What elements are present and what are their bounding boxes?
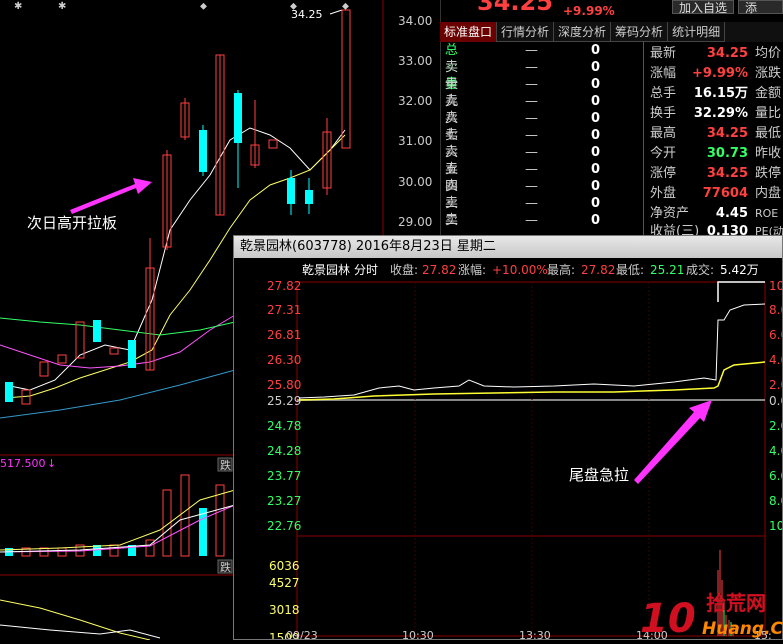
svg-text:6.0: 6.0 [769,469,782,483]
volume-value: 5.42万 [720,263,759,277]
volume-label: 517.500 [0,457,46,470]
stat-row: 净资产 4.45 ROE [650,206,779,221]
divider [643,42,644,235]
svg-text:2.0: 2.0 [769,419,782,433]
watermark-url: Huang.CN [702,619,783,639]
intraday-info-bar: 乾景园林 分时 收盘: 27.82 涨幅: +10.00% 最高: 27.82 … [234,260,782,280]
svg-text:3018: 3018 [269,603,300,617]
change-value: +10.00% [492,263,548,277]
last-price-tag: 34.25 [291,8,323,21]
intraday-chart: 27.82 27.31 26.81 26.30 25.80 25.29 24.7… [267,280,782,639]
quote-tabs: 标准盘口 行情分析 深度分析 筹码分析 统计明细 [440,22,783,42]
svg-text:⬥: ⬥ [200,1,207,12]
svg-text:0.0: 0.0 [769,394,782,408]
intraday-volume-axis: 6036 4527 3018 1509 [269,559,300,639]
change-pct-top: +9.99% [563,4,615,18]
svg-text:22.76: 22.76 [267,519,301,533]
svg-text:26.30: 26.30 [267,353,301,367]
stat-row: 总手 16.15万 金额 [650,86,782,101]
svg-text:8.0: 8.0 [769,303,782,317]
svg-text:4.0: 4.0 [769,444,782,458]
add-button[interactable]: 添 [738,0,783,15]
side-mark: 跌 [220,560,231,574]
svg-text:25.80: 25.80 [267,378,301,392]
svg-text:4527: 4527 [269,576,300,590]
kline-price-label: 30.00 [398,175,432,189]
svg-text:6036: 6036 [269,559,300,573]
svg-text:10:30: 10:30 [402,629,434,639]
intraday-annotation: 尾盘急拉 [569,466,629,484]
kline-price-label: 32.00 [398,94,432,108]
popup-title[interactable]: 乾景园林(603778) 2016年8月23日 星期二 [234,236,782,258]
svg-text:26.81: 26.81 [267,328,301,342]
kline-annotation: 次日高开拉板 [27,214,117,232]
svg-text:24.78: 24.78 [267,419,301,433]
svg-text:2.0: 2.0 [769,378,782,392]
stat-row: 外盘 77604 内盘 [650,186,782,201]
svg-text:23.77: 23.77 [267,469,301,483]
close-value: 27.82 [422,263,457,277]
svg-text:10: 10 [769,280,782,293]
volume-down-arrow-icon: ↓ [47,457,56,470]
svg-text:✱: ✱ [58,1,66,12]
stat-row: 今开 30.73 昨收 [650,146,782,161]
stat-row: 最高 34.25 最低 [650,126,782,141]
tab-standard-orderbook[interactable]: 标准盘口 [440,22,498,42]
stat-row: 最新 34.25 均价 [650,46,782,61]
svg-text:27.82: 27.82 [267,280,301,293]
svg-text:6.0: 6.0 [769,328,782,342]
svg-text:13:30: 13:30 [519,629,551,639]
watermark-number: 10 [640,596,696,640]
watermark-site-name: 拾荒网 [706,591,766,615]
intraday-price-axis: 27.82 27.31 26.81 26.30 25.80 25.29 24.7… [267,280,301,533]
add-watchlist-button[interactable]: 加入自选 [672,0,735,15]
chart-mode: 分时 [354,263,379,277]
high-value: 27.82 [581,263,616,277]
tab-market-analysis[interactable]: 行情分析 [497,22,555,42]
tab-deep-analysis[interactable]: 深度分析 [554,22,612,42]
kline-price-label: 33.00 [398,54,432,68]
svg-text:25.29: 25.29 [267,394,301,408]
site-watermark-logo: 10 拾荒网 Huang.CN [638,588,783,642]
stat-row: 涨停 34.25 跌停 [650,166,782,181]
svg-text:23.27: 23.27 [267,494,301,508]
tab-statistics[interactable]: 统计明细 [668,22,726,42]
tab-chip-analysis[interactable]: 筹码分析 [611,22,669,42]
svg-text:09/23: 09/23 [286,629,318,639]
kline-price-label: 29.00 [398,215,432,229]
kline-price-label: 34.00 [398,14,432,28]
side-mark: 跌 [220,458,231,472]
intraday-pct-axis: 10 8.0 6.0 4.0 2.0 0.0 2.0 4.0 6.0 8.0 1… [769,280,782,533]
low-value: 25.21 [650,263,685,277]
stat-row: 涨幅 +9.99% 涨跌 [650,66,782,81]
svg-text:27.31: 27.31 [267,303,301,317]
svg-text:8.0: 8.0 [769,494,782,508]
stock-name: 乾景园林 [302,263,351,277]
stat-row: 换手 32.29% 量比 [650,106,782,121]
intraday-popup[interactable]: 乾景园林(603778) 2016年8月23日 星期二 乾景园林 分时 收盘: … [233,235,783,640]
svg-text:24.28: 24.28 [267,444,301,458]
big-price: 34.25 [477,0,553,16]
kline-price-label: 31.00 [398,134,432,148]
svg-text:✱: ✱ [14,1,22,12]
svg-text:4.0: 4.0 [769,353,782,367]
svg-text:10: 10 [769,519,782,533]
